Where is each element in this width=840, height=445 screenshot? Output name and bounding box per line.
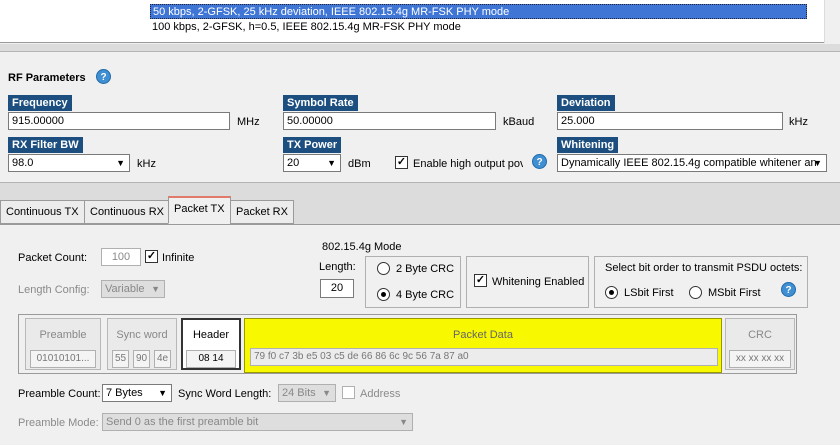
phy-list-scrollbar[interactable]	[824, 0, 840, 43]
sync-word-length-select[interactable]: 24 Bits ▼	[278, 384, 336, 402]
chevron-down-icon: ▼	[813, 158, 822, 168]
whitening-label: Whitening	[557, 137, 619, 153]
header-value: 08 14	[186, 350, 236, 368]
deviation-input[interactable]: 25.000	[557, 112, 783, 130]
chevron-down-icon: ▼	[327, 158, 336, 168]
rx-filter-bw-label: RX Filter BW	[8, 137, 83, 153]
checkmark-icon: ✓	[146, 250, 157, 262]
packet-data-value[interactable]: 79 f0 c7 3b e5 03 c5 de 66 86 6c 9c 56 7…	[250, 348, 718, 366]
phy-mode-list[interactable]: 50 kbps, 2-GFSK, 25 kHz deviation, IEEE …	[0, 0, 840, 43]
lsbit-first-label: LSbit First	[624, 287, 674, 299]
chevron-down-icon: ▼	[322, 388, 331, 398]
symbol-rate-label: Symbol Rate	[283, 95, 358, 111]
header-title: Header	[192, 329, 230, 341]
whitening-select[interactable]: Dynamically IEEE 802.15.4g compatible wh…	[557, 154, 827, 172]
sync-word-byte: 90	[133, 350, 150, 368]
crc-2byte-radio[interactable]	[377, 262, 390, 275]
chevron-down-icon: ▼	[151, 284, 160, 294]
symbol-rate-unit: kBaud	[503, 116, 535, 128]
preamble-count-label: Preamble Count:	[18, 388, 101, 400]
infinite-label: Infinite	[162, 252, 195, 264]
phy-mode-item[interactable]: 100 kbps, 2-GFSK, h=0.5, IEEE 802.15.4g …	[150, 20, 807, 35]
chevron-down-icon: ▼	[158, 388, 167, 398]
rf-parameters-title: RF Parameters	[8, 72, 86, 84]
packet-data-field: Packet Data 79 f0 c7 3b e5 03 c5 de 66 8…	[244, 318, 722, 373]
checkmark-icon: ✓	[396, 156, 407, 168]
lsbit-first-radio[interactable]	[605, 286, 618, 299]
sync-word-byte: 4e	[154, 350, 171, 368]
sync-word-length-value: 24 Bits	[282, 387, 316, 399]
frequency-unit: MHz	[237, 116, 260, 128]
length-config-value: Variable	[105, 283, 145, 295]
tx-power-select[interactable]: 20 ▼	[283, 154, 341, 172]
chevron-down-icon: ▼	[116, 158, 125, 168]
tx-power-value: 20	[287, 157, 300, 169]
preamble-count-value: 7 Bytes	[106, 387, 143, 399]
length-config-label: Length Config:	[18, 284, 90, 296]
frequency-label: Frequency	[8, 95, 72, 111]
chevron-down-icon: ▼	[399, 417, 408, 427]
packet-count-label: Packet Count:	[18, 252, 88, 264]
preamble-field: Preamble 01010101...	[25, 318, 101, 370]
packet-data-title: Packet Data	[453, 329, 513, 341]
whitening-enabled-checkbox[interactable]: ✓	[474, 274, 487, 287]
checkmark-icon: ✓	[475, 274, 486, 286]
preamble-mode-select[interactable]: Send 0 as the first preamble bit ▼	[102, 413, 413, 431]
rx-filter-bw-unit: kHz	[137, 158, 156, 170]
crc-2byte-label: 2 Byte CRC	[396, 263, 455, 275]
crc-4byte-label: 4 Byte CRC	[396, 289, 455, 301]
preamble-value: 01010101...	[30, 350, 96, 368]
high-output-checkbox[interactable]: ✓	[395, 156, 408, 169]
crc-field: CRC xx xx xx xx	[725, 318, 795, 370]
deviation-unit: kHz	[789, 116, 808, 128]
msbit-first-radio[interactable]	[689, 286, 702, 299]
tx-power-unit: dBm	[348, 158, 371, 170]
crc-4byte-radio[interactable]	[377, 288, 390, 301]
tab-continuous-rx[interactable]: Continuous RX	[84, 200, 170, 224]
whitening-enabled-label: Whitening Enabled	[492, 276, 585, 288]
phy-mode-item-selected[interactable]: 50 kbps, 2-GFSK, 25 kHz deviation, IEEE …	[150, 4, 807, 19]
sync-word-length-label: Sync Word Length:	[178, 388, 272, 400]
help-icon[interactable]: ?	[781, 282, 796, 297]
preamble-mode-label: Preamble Mode:	[18, 417, 99, 429]
tab-packet-rx[interactable]: Packet RX	[230, 200, 294, 224]
address-label: Address	[360, 388, 401, 400]
symbol-rate-input[interactable]: 50.00000	[283, 112, 496, 130]
crc-value: xx xx xx xx	[729, 350, 791, 368]
tx-power-label: TX Power	[283, 137, 342, 153]
infinite-checkbox[interactable]: ✓	[145, 250, 158, 263]
deviation-label: Deviation	[557, 95, 615, 111]
crc-title: CRC	[748, 329, 772, 341]
packet-count-input[interactable]: 100	[101, 248, 141, 266]
sync-word-title: Sync word	[116, 329, 168, 341]
sync-word-field: Sync word 55 90 4e	[107, 318, 177, 370]
sync-word-byte: 55	[112, 350, 129, 368]
length-config-select[interactable]: Variable ▼	[101, 280, 165, 298]
tab-continuous-tx[interactable]: Continuous TX	[0, 200, 85, 224]
high-output-label: Enable high output pov	[413, 158, 523, 170]
preamble-title: Preamble	[39, 329, 87, 341]
length-label: Length:	[319, 261, 356, 273]
rx-filter-bw-select[interactable]: 98.0 ▼	[8, 154, 130, 172]
whitening-value: Dynamically IEEE 802.15.4g compatible wh…	[561, 157, 817, 169]
preamble-mode-value: Send 0 as the first preamble bit	[106, 416, 259, 428]
header-field: Header 08 14	[181, 318, 241, 370]
help-icon[interactable]: ?	[96, 69, 111, 84]
preamble-count-select[interactable]: 7 Bytes ▼	[102, 384, 172, 402]
bit-order-title: Select bit order to transmit PSDU octets…	[605, 262, 803, 274]
msbit-first-label: MSbit First	[708, 287, 761, 299]
rx-filter-bw-value: 98.0	[12, 157, 34, 169]
address-checkbox[interactable]	[342, 386, 355, 399]
mode-title: 802.15.4g Mode	[322, 241, 402, 253]
tab-packet-tx[interactable]: Packet TX	[168, 196, 231, 224]
length-input[interactable]: 20	[320, 279, 354, 298]
section-divider	[0, 44, 840, 52]
frequency-input[interactable]: 915.00000	[8, 112, 230, 130]
help-icon[interactable]: ?	[532, 154, 547, 169]
